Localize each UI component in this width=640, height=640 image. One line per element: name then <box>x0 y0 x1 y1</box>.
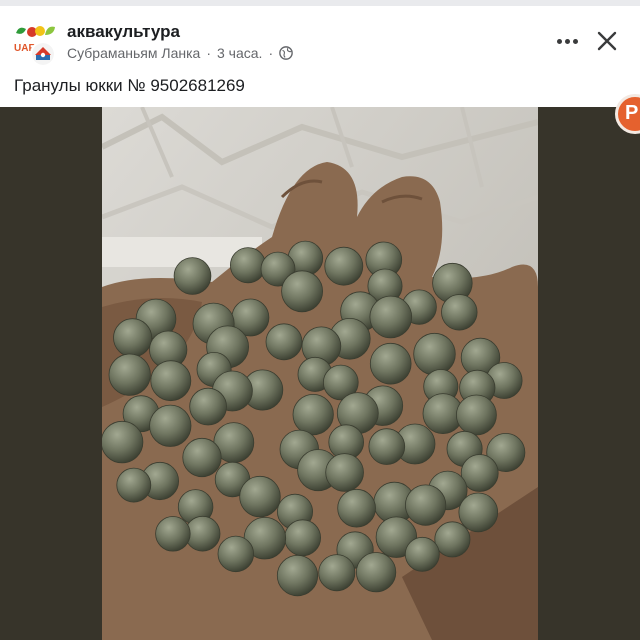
yucca-pellet <box>404 536 440 572</box>
yucca-pellet <box>434 521 471 558</box>
yucca-pellet <box>337 488 376 528</box>
author-avatar-icon <box>32 43 54 65</box>
yucca-pellet <box>413 332 456 376</box>
post-meta: Субраманьям Ланка · 3 часа. · <box>67 45 293 61</box>
yucca-pellet <box>284 519 322 557</box>
group-name[interactable]: аквакультура <box>67 22 180 42</box>
yucca-pellet <box>369 295 413 339</box>
yucca-pellet <box>108 353 151 396</box>
more-options-button[interactable] <box>552 30 582 52</box>
meta-separator-2: · <box>268 45 274 61</box>
meta-separator: · <box>206 45 211 61</box>
yucca-pellet <box>324 246 364 286</box>
yucca-pellet <box>455 394 497 436</box>
yucca-pellet <box>116 467 152 503</box>
yucca-pellet <box>325 453 364 492</box>
yucca-pellet <box>404 484 447 526</box>
post-header: UAF аквакультура Субраманьям Ланка · 3 ч… <box>0 6 640 68</box>
author-avatar[interactable] <box>30 41 56 67</box>
post-photo-frame[interactable] <box>0 107 640 640</box>
yucca-pellet <box>182 437 222 478</box>
yucca-pellet <box>368 428 406 465</box>
yucca-pellet <box>276 554 319 597</box>
yucca-pellet <box>458 492 499 533</box>
yucca-pellet <box>155 516 191 552</box>
yucca-pellet <box>265 323 303 361</box>
yucca-pellet <box>102 420 144 464</box>
yucca-pellet <box>369 342 412 385</box>
pellets-in-hand-photo <box>102 107 538 640</box>
yucca-pellet <box>149 404 192 447</box>
close-button[interactable] <box>594 28 620 54</box>
yucca-pellet <box>113 318 153 358</box>
author-name[interactable]: Субраманьям Ланка <box>67 45 200 61</box>
yucca-pellet <box>292 393 334 436</box>
yucca-pellet <box>356 552 397 593</box>
more-dots-icon <box>556 38 562 44</box>
yucca-pellet <box>318 554 356 592</box>
yucca-pellet <box>229 247 266 284</box>
close-icon <box>597 31 617 51</box>
post-time[interactable]: 3 часа. <box>217 45 262 61</box>
yucca-pellet <box>441 294 478 331</box>
yucca-pellet <box>217 535 254 573</box>
yucca-pellet <box>150 360 192 402</box>
yucca-pellet <box>173 257 212 295</box>
globe-icon <box>279 46 293 60</box>
post-photo[interactable] <box>102 107 538 640</box>
yucca-pellet <box>189 387 227 426</box>
post-caption: Гранулы юкки № 9502681269 <box>14 76 245 95</box>
yucca-pellet <box>239 475 281 518</box>
yucca-pellet <box>281 270 324 313</box>
